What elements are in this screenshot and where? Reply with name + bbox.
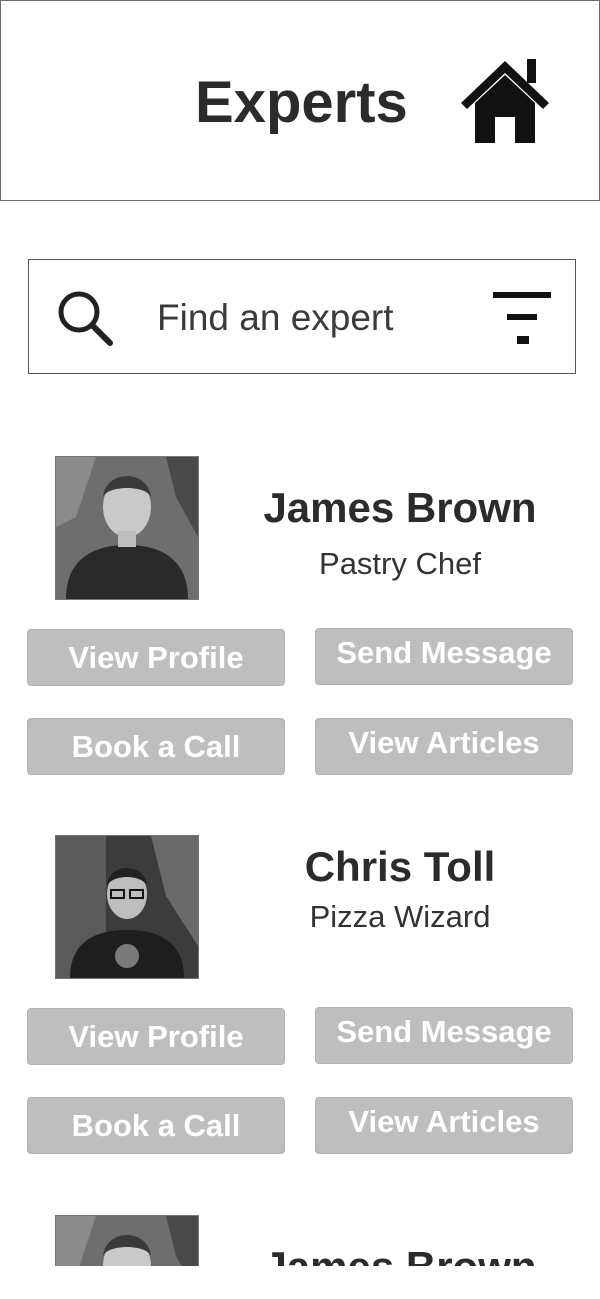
expert-card: James Brown xyxy=(0,1215,600,1266)
expert-name: James Brown xyxy=(263,484,537,531)
search-bar xyxy=(28,259,576,374)
page-title: Experts xyxy=(195,70,408,135)
send-message-button[interactable]: Send Message xyxy=(315,1007,573,1064)
view-articles-button[interactable]: View Articles xyxy=(315,718,573,775)
expert-role: Pastry Chef xyxy=(319,546,481,581)
book-call-button[interactable]: Book a Call xyxy=(27,718,285,775)
app-header: Experts xyxy=(0,0,600,201)
expert-avatar[interactable] xyxy=(55,456,199,600)
view-articles-button[interactable]: View Articles xyxy=(315,1097,573,1154)
home-icon[interactable] xyxy=(459,55,551,147)
expert-avatar[interactable] xyxy=(55,835,199,979)
view-profile-button[interactable]: View Profile xyxy=(27,1008,285,1065)
expert-card: Chris Toll Pizza Wizard View Profile Sen… xyxy=(0,835,600,1195)
expert-card: James Brown Pastry Chef View Profile Sen… xyxy=(0,456,600,816)
search-input[interactable] xyxy=(157,296,477,340)
send-message-button[interactable]: Send Message xyxy=(315,628,573,685)
expert-role: Pizza Wizard xyxy=(309,899,491,934)
expert-name: James Brown xyxy=(200,1243,600,1266)
book-call-button[interactable]: Book a Call xyxy=(27,1097,285,1154)
filter-icon[interactable] xyxy=(491,288,553,350)
search-icon[interactable] xyxy=(55,288,115,348)
expert-avatar[interactable] xyxy=(55,1215,199,1266)
view-profile-button[interactable]: View Profile xyxy=(27,629,285,686)
expert-name: Chris Toll xyxy=(304,843,496,890)
